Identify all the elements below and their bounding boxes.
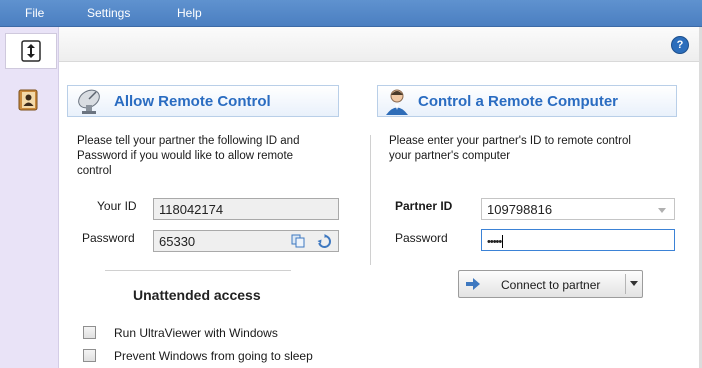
partner-id-label: Partner ID — [395, 199, 453, 213]
partner-password-value: ••••• — [487, 236, 502, 248]
partner-id-value: 109798816 — [487, 202, 553, 217]
column-divider — [370, 135, 371, 265]
allow-password-label: Password — [82, 231, 135, 245]
prevent-sleep-label[interactable]: Prevent Windows from going to sleep — [114, 349, 313, 363]
text-cursor — [502, 235, 504, 249]
description-line: Password if you would like to allow remo… — [77, 150, 294, 162]
run-with-windows-checkbox[interactable] — [83, 326, 96, 339]
connect-button-label: Connect to partner — [501, 278, 601, 292]
contacts-book-icon — [18, 89, 38, 111]
allow-remote-title: Allow Remote Control — [114, 92, 271, 110]
description-line: Please enter your partner's ID to remote… — [389, 135, 631, 147]
chevron-down-icon[interactable] — [658, 208, 666, 213]
menu-file[interactable]: File — [25, 6, 44, 20]
allow-remote-description: Please tell your partner the following I… — [77, 134, 337, 179]
main-content: ? Allow Remote Control Please tell your … — [59, 27, 702, 368]
your-id-field[interactable]: 118042174 — [153, 198, 339, 220]
transfer-arrows-icon — [21, 40, 41, 62]
control-remote-title: Control a Remote Computer — [418, 92, 619, 110]
menu-settings[interactable]: Settings — [87, 6, 130, 20]
control-remote-description: Please enter your partner's ID to remote… — [389, 134, 679, 164]
description-line: control — [77, 165, 112, 177]
menu-help[interactable]: Help — [177, 6, 202, 20]
your-id-label: Your ID — [97, 199, 137, 213]
arrow-right-icon — [466, 278, 480, 290]
description-line: Please tell your partner the following I… — [77, 135, 300, 147]
help-icon[interactable]: ? — [671, 36, 689, 54]
unattended-access-title: Unattended access — [133, 287, 261, 303]
menu-bar: File Settings Help — [0, 0, 702, 27]
your-password-field[interactable]: 65330 — [153, 230, 339, 252]
satellite-dish-icon — [78, 89, 100, 114]
refresh-icon[interactable] — [317, 234, 332, 249]
partner-password-label: Password — [395, 231, 448, 245]
run-with-windows-label[interactable]: Run UltraViewer with Windows — [114, 326, 278, 340]
section-divider — [105, 270, 291, 271]
copy-icon[interactable] — [291, 234, 305, 248]
partner-id-input[interactable]: 109798816 — [481, 198, 675, 220]
side-navigation — [0, 27, 59, 368]
prevent-sleep-checkbox[interactable] — [83, 349, 96, 362]
your-password-value: 65330 — [159, 234, 196, 249]
nav-remote-control-button[interactable] — [5, 33, 57, 69]
nav-contacts-button[interactable] — [8, 83, 48, 117]
toolbar: ? — [59, 27, 699, 62]
connect-to-partner-button[interactable]: Connect to partner — [458, 270, 643, 298]
description-line: your partner's computer — [389, 150, 511, 162]
control-remote-header: Control a Remote Computer — [377, 85, 677, 117]
button-split-divider — [625, 274, 626, 294]
user-support-icon — [386, 89, 408, 115]
partner-password-input[interactable]: ••••• — [481, 229, 675, 251]
allow-remote-header: Allow Remote Control — [67, 85, 339, 117]
chevron-down-icon[interactable] — [630, 281, 638, 286]
